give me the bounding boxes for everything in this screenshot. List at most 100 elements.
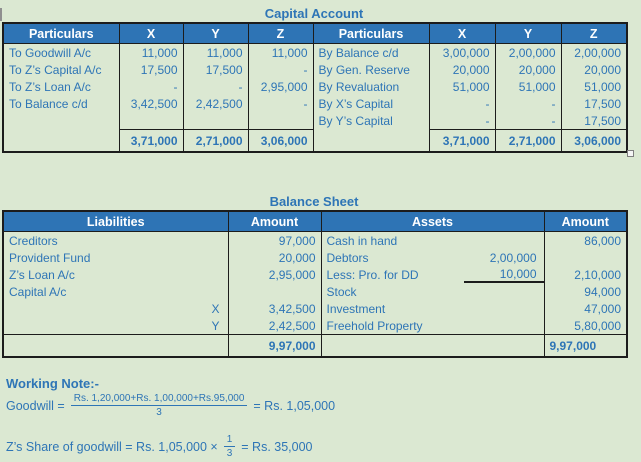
table-cell (247, 112, 313, 130)
table-cell: To Balance c/d (2, 95, 119, 112)
liability-amount: 20,000 (227, 249, 321, 266)
asset-flex: Investment (326, 301, 386, 316)
column-header: Particulars (2, 23, 119, 44)
table-cell: 20,000 (494, 61, 561, 78)
table-cell: 17,500 (182, 61, 248, 78)
liability-amount: 97,000 (227, 231, 321, 249)
asset-label: Debtors 2,00,000 (320, 249, 544, 266)
column-header: Z (247, 23, 313, 44)
goodwill-fraction: Rs. 1,20,000+Rs. 1,00,000+Rs.95,000 3 (70, 393, 248, 418)
column-header: Y (494, 23, 561, 44)
asset-flex: Stock (326, 284, 357, 299)
table-cell (2, 129, 119, 152)
table-cell: - (182, 78, 248, 95)
column-header: Amount (227, 211, 321, 232)
table-cell: 51,000 (494, 78, 561, 95)
asset-label: Less: Pro. for DD 10,000 (320, 266, 544, 283)
table-cell: 17,500 (560, 112, 627, 130)
asset-flex: Debtors 2,00,000 (326, 250, 537, 265)
table-cell: 51,000 (428, 78, 495, 95)
z-share-fraction: 1 3 (223, 434, 236, 459)
table-cell: 2,95,000 (247, 78, 313, 95)
table-cell: 20,000 (428, 61, 495, 78)
total-cell: 3,71,000 (118, 129, 183, 152)
total-cell: 3,06,000 (560, 129, 627, 152)
column-header: Liabilities (2, 211, 228, 232)
table-cell: To Goodwill A/c (2, 43, 119, 61)
total-cell: 9,97,000 (543, 334, 627, 357)
asset-flex: Freehold Property (326, 318, 423, 333)
table-cell: By Gen. Reserve (312, 61, 429, 78)
liability-label: Creditors (2, 231, 228, 249)
asset-label: Stock (320, 283, 544, 300)
asset-flex: Less: Pro. for DD 10,000 (322, 266, 544, 283)
table-cell: - (118, 78, 183, 95)
table-cell: - (247, 95, 313, 112)
asset-label: Freehold Property (320, 317, 544, 335)
liability-amount: 2,95,000 (227, 266, 321, 283)
table-cell: 11,000 (182, 43, 248, 61)
asset-amount: 47,000 (543, 300, 627, 317)
goodwill-prefix: Goodwill = (6, 398, 65, 413)
asset-amount: 2,10,000 (543, 266, 627, 283)
table-cell (2, 112, 119, 130)
asset-amount: 86,000 (543, 231, 627, 249)
table-row: To Z’s Capital A/c 17,500 17,500 - By Ge… (2, 61, 627, 78)
table-row: To Z’s Loan A/c - - 2,95,000 By Revaluat… (2, 78, 627, 95)
total-cell: 3,71,000 (428, 129, 495, 152)
table-cell: - (428, 112, 495, 130)
working-note-section: Working Note:- Goodwill = Rs. 1,20,000+R… (6, 376, 335, 459)
balance-sheet-title: Balance Sheet (269, 194, 359, 209)
asset-amount (543, 249, 627, 266)
capital-account-table: Particulars X Y Z Particulars X Y Z To G… (2, 22, 628, 153)
total-cell: 2,71,000 (494, 129, 561, 152)
column-header: Amount (543, 211, 627, 232)
table-cell: 17,500 (560, 95, 627, 112)
capital-header-row: Particulars X Y Z Particulars X Y Z (2, 23, 627, 44)
table-cell: 3,00,000 (428, 43, 495, 61)
balance-sheet-header-row: Liabilities Amount Assets Amount (2, 211, 627, 232)
table-row: To Balance c/d 3,42,500 2,42,500 - By X’… (2, 95, 627, 112)
table-cell: 17,500 (118, 61, 183, 78)
table-cell: 11,000 (118, 43, 183, 61)
table-cell (118, 112, 183, 130)
total-cell: 9,97,000 (227, 334, 321, 357)
liability-label: Y (2, 317, 228, 335)
table-cell (312, 129, 429, 152)
table-cell: - (494, 95, 561, 112)
asset-label: Investment (320, 300, 544, 317)
table-cell (320, 334, 544, 357)
asset-amount: 94,000 (543, 283, 627, 300)
table-row: X 3,42,500 Investment 47,000 (2, 300, 627, 317)
table-cell: - (428, 95, 495, 112)
table-cell: By X’s Capital (312, 95, 429, 112)
goodwill-formula: Goodwill = Rs. 1,20,000+Rs. 1,00,000+Rs.… (6, 393, 335, 418)
underlined-sub-amount: 10,000 (463, 267, 544, 283)
fraction-denominator: 3 (226, 448, 233, 459)
liability-amount: 2,42,500 (227, 317, 321, 335)
asset-label: Cash in hand (320, 231, 544, 249)
goodwill-result: = Rs. 1,05,000 (253, 398, 336, 413)
capital-totals-row: 3,71,000 2,71,000 3,06,000 3,71,000 2,71… (2, 129, 627, 152)
table-cell: 2,00,000 (494, 43, 561, 61)
z-share-result: = Rs. 35,000 (241, 439, 313, 454)
table-resize-handle[interactable] (627, 150, 634, 157)
asset-flex: Cash in hand (326, 233, 398, 248)
column-header: X (428, 23, 495, 44)
table-cell: By Revaluation (312, 78, 429, 95)
liability-amount (227, 283, 321, 300)
liability-label: X (2, 300, 228, 317)
table-cell: 51,000 (560, 78, 627, 95)
balance-sheet-totals-row: 9,97,000 9,97,000 (2, 334, 627, 357)
capital-account-title: Capital Account (264, 6, 364, 21)
table-row: Creditors 97,000 Cash in hand 86,000 (2, 231, 627, 249)
table-cell: To Z’s Capital A/c (2, 61, 119, 78)
working-note-heading: Working Note:- (6, 376, 99, 391)
column-header: Particulars (312, 23, 429, 44)
column-header: Y (182, 23, 248, 44)
table-cell: By Balance c/d (312, 43, 429, 61)
table-cell: 3,42,500 (118, 95, 183, 112)
liability-label: Provident Fund (2, 249, 228, 266)
table-cell: - (494, 112, 561, 130)
column-header: Z (560, 23, 627, 44)
